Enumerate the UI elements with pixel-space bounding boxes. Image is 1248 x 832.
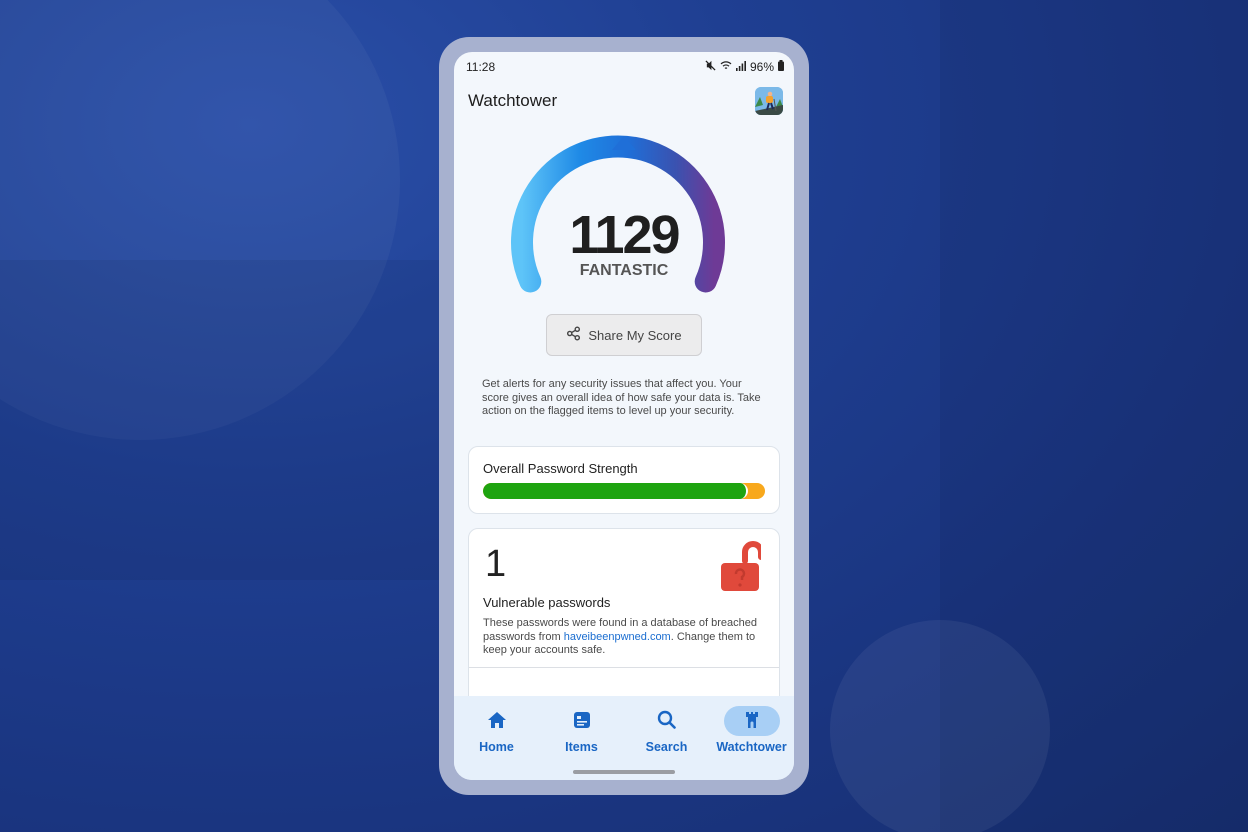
- haveibeenpwned-link[interactable]: haveibeenpwned.com: [564, 631, 671, 643]
- watchtower-icon: [743, 711, 761, 732]
- status-time: 11:28: [466, 60, 496, 74]
- background-decoration: [830, 620, 1050, 832]
- home-indicator[interactable]: [573, 770, 675, 774]
- nav-label-search: Search: [645, 740, 688, 754]
- vulnerable-description: These passwords were found in a database…: [483, 617, 759, 658]
- nav-item-search[interactable]: Search: [624, 706, 709, 780]
- password-strength-strong-segment: [483, 483, 749, 499]
- nav-label-home: Home: [479, 740, 514, 754]
- home-icon: [487, 711, 507, 732]
- nav-label-items: Items: [565, 740, 598, 754]
- background-decoration: [0, 260, 440, 580]
- nav-label-watchtower: Watchtower: [716, 740, 787, 754]
- hiker-avatar-icon: [755, 87, 783, 115]
- app-bar: Watchtower: [454, 82, 794, 120]
- unlocked-padlock-alert-icon: [719, 541, 764, 600]
- share-button-label: Share My Score: [588, 327, 682, 343]
- card-divider: [469, 667, 779, 668]
- signal-icon: [735, 60, 746, 74]
- nav-item-watchtower[interactable]: Watchtower: [709, 706, 794, 780]
- password-strength-title: Overall Password Strength: [483, 461, 638, 476]
- phone-screen: 11:28 96% Watchtower 1129 FANTASTIC Shar…: [454, 52, 794, 780]
- bottom-navigation: Home Items Search Watchtower: [454, 696, 794, 780]
- wifi-icon: [720, 60, 732, 74]
- battery-icon: [778, 60, 784, 74]
- password-strength-bar: [483, 483, 765, 499]
- avatar[interactable]: [755, 87, 783, 115]
- search-icon: [657, 710, 676, 732]
- items-icon: [573, 711, 591, 732]
- share-icon: [566, 326, 581, 344]
- watchtower-content: 1129 FANTASTIC Share My Score Get alerts…: [454, 120, 794, 696]
- vulnerable-title: Vulnerable passwords: [483, 595, 611, 610]
- score-value: 1129: [569, 205, 680, 265]
- watchtower-description: Get alerts for any security issues that …: [482, 378, 761, 417]
- share-my-score-button[interactable]: Share My Score: [546, 314, 702, 356]
- status-bar: 11:28 96%: [454, 52, 794, 82]
- nav-item-items[interactable]: Items: [539, 706, 624, 780]
- status-icons: 96%: [705, 60, 784, 74]
- score-rating: FANTASTIC: [579, 262, 669, 279]
- score-gauge: 1129 FANTASTIC: [454, 120, 794, 300]
- battery-percent: 96%: [749, 60, 774, 74]
- vulnerable-count: 1: [485, 543, 507, 585]
- nav-item-home[interactable]: Home: [454, 706, 539, 780]
- mute-icon: [705, 60, 716, 74]
- page-title: Watchtower: [468, 91, 558, 110]
- phone-frame: 11:28 96% Watchtower 1129 FANTASTIC Shar…: [439, 37, 809, 795]
- password-strength-card[interactable]: Overall Password Strength: [468, 446, 780, 514]
- vulnerable-passwords-card[interactable]: 1 Vulnerable passwords These passwords w…: [468, 528, 780, 696]
